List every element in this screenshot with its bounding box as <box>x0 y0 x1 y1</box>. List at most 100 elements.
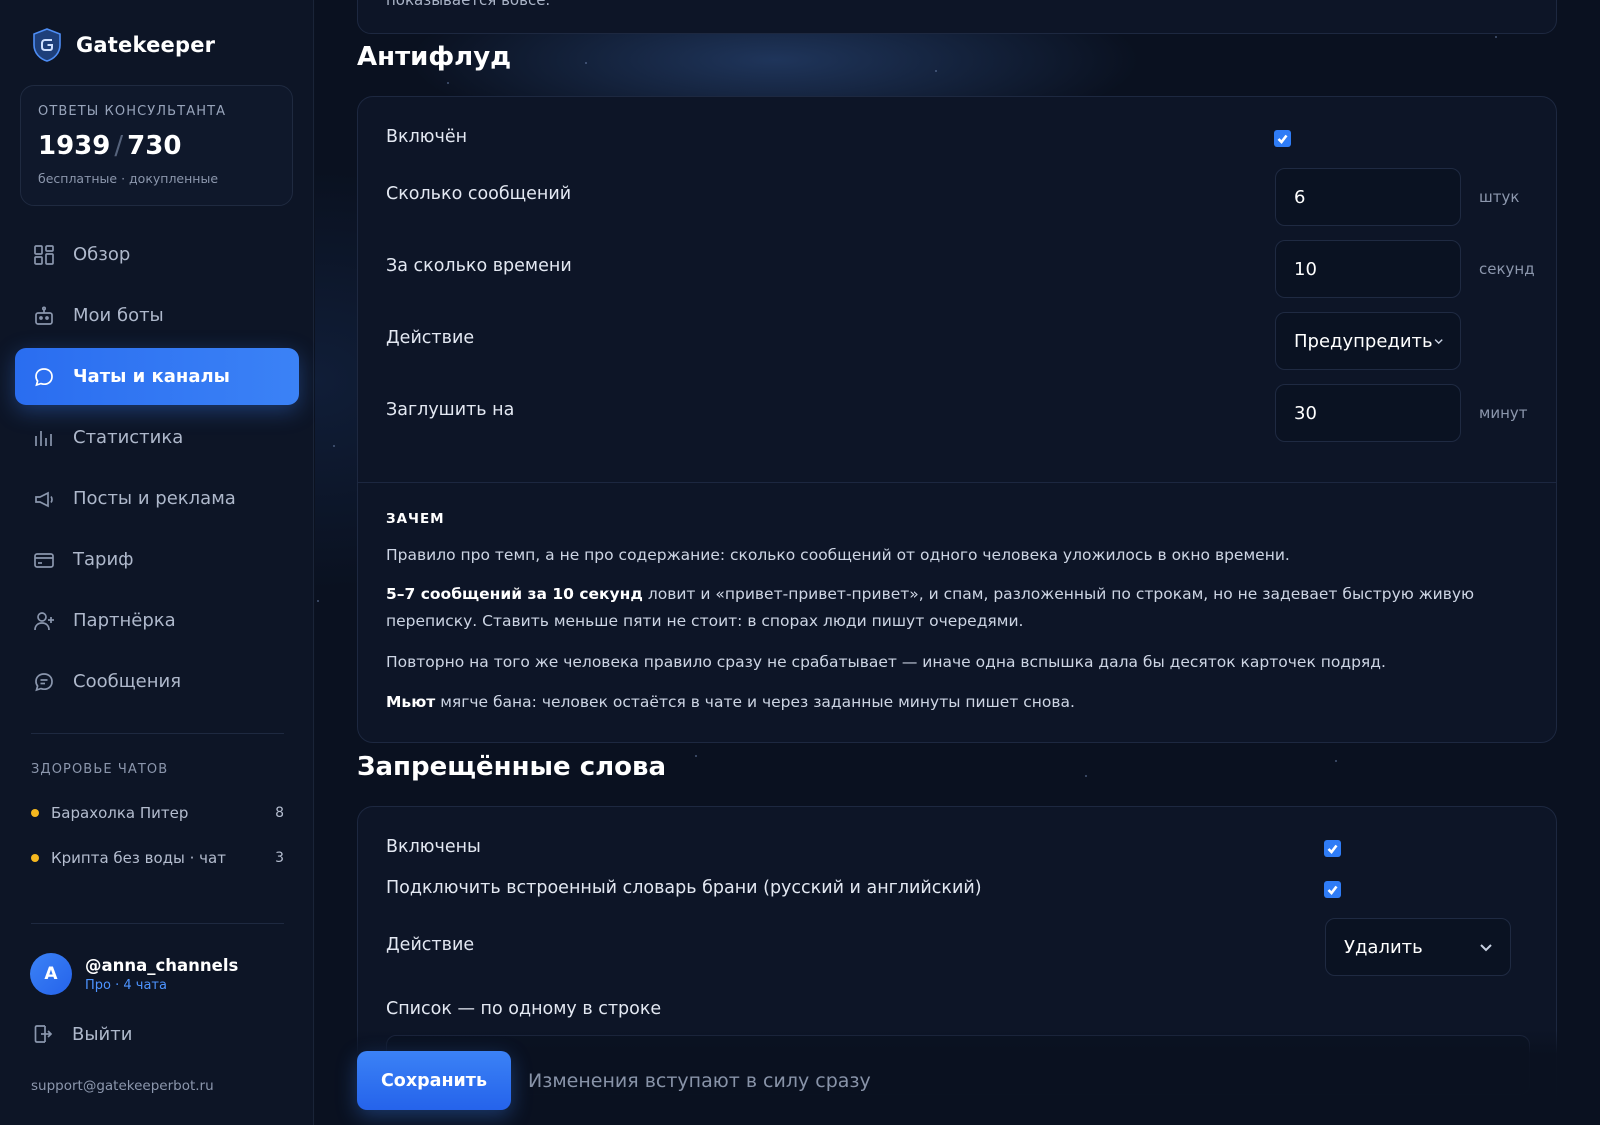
why-paragraph: Мьют мягче бана: человек остаётся в чате… <box>386 689 1526 716</box>
nav-label: Обзор <box>73 244 131 265</box>
user-handle: @anna_channels <box>85 955 239 975</box>
logout-button[interactable]: Выйти <box>32 1023 132 1045</box>
why-bold: 5–7 сообщений за 10 секунд <box>386 585 643 603</box>
banned-dictionary-label: Подключить встроенный словарь брани (рус… <box>386 878 982 898</box>
user-plus-icon <box>34 611 54 630</box>
chat-health-item[interactable]: Крипта без воды · чат 3 <box>31 845 284 871</box>
antiflood-mute-label: Заглушить на <box>386 400 515 420</box>
quota-separator: / <box>114 131 124 161</box>
antiflood-messages-input[interactable]: 6 <box>1275 168 1461 226</box>
chat-count: 3 <box>275 850 284 866</box>
banned-action-label: Действие <box>386 935 475 955</box>
quota-free: 1939 <box>38 131 111 161</box>
previous-section-card: показывается вовсе. <box>357 0 1557 34</box>
chat-health-item[interactable]: Барахолка Питер 8 <box>31 800 284 826</box>
background-star <box>333 445 335 447</box>
antiflood-enabled-checkbox[interactable] <box>1274 130 1291 147</box>
megaphone-icon <box>35 491 53 507</box>
bar-chart-icon <box>35 430 52 446</box>
dashboard-icon <box>34 244 54 265</box>
message-icon <box>35 672 53 691</box>
brand-name: Gatekeeper <box>76 33 216 57</box>
background-star <box>447 82 449 84</box>
chat-name: Крипта без воды · чат <box>51 849 226 867</box>
user-plan: Про · 4 чата <box>85 977 167 993</box>
quota-card: Ответы консультанта 1939/730 бесплатные … <box>20 85 293 206</box>
quota-numbers: 1939/730 <box>38 131 275 161</box>
antiflood-enabled-label: Включён <box>386 127 468 147</box>
user-profile[interactable]: A @anna_channels Про · 4 чата <box>30 953 238 995</box>
bot-icon <box>35 305 53 325</box>
chat-count: 8 <box>275 805 284 821</box>
status-dot <box>31 854 39 862</box>
card-icon <box>34 552 54 568</box>
main-nav: Обзор Мои боты Чаты и каналы Статистика … <box>15 226 299 714</box>
chevron-down-icon <box>1480 944 1492 952</box>
nav-label: Посты и реклама <box>73 488 236 509</box>
why-paragraph: 5–7 сообщений за 10 секунд ловит и «прив… <box>386 581 1526 635</box>
nav-item-my-bots[interactable]: Мои боты <box>15 287 299 344</box>
banned-list-label: Список — по одному в строке <box>386 999 662 1019</box>
status-dot <box>31 809 39 817</box>
save-button[interactable]: Сохранить <box>357 1051 511 1110</box>
why-text: мягче бана: человек остаётся в чате и че… <box>435 693 1075 711</box>
antiflood-messages-label: Сколько сообщений <box>386 184 572 204</box>
banned-action-select[interactable]: Удалить <box>1325 918 1511 976</box>
nav-item-messages[interactable]: Сообщения <box>15 653 299 710</box>
sidebar-divider <box>31 733 284 734</box>
sidebar-divider <box>31 923 284 924</box>
background-star <box>935 70 937 72</box>
nav-item-statistics[interactable]: Статистика <box>15 409 299 466</box>
why-paragraph: Правило про темп, а не про содержание: с… <box>386 546 1290 564</box>
nav-label: Партнёрка <box>73 610 176 631</box>
banned-dictionary-checkbox[interactable] <box>1324 881 1341 898</box>
quota-paid: 730 <box>127 131 182 161</box>
background-star <box>695 755 697 757</box>
antiflood-title: Антифлуд <box>357 42 512 72</box>
antiflood-mute-unit: минут <box>1479 404 1528 422</box>
nav-label: Тариф <box>73 549 134 570</box>
chat-bubble-icon <box>35 367 53 386</box>
banned-words-title: Запрещённые слова <box>357 752 667 782</box>
why-title: Зачем <box>386 511 445 527</box>
antiflood-mute-input[interactable]: 30 <box>1275 384 1461 442</box>
chevron-down-icon <box>1434 339 1443 345</box>
sidebar: Gatekeeper Ответы консультанта 1939/730 … <box>0 0 314 1125</box>
quota-subtitle: бесплатные · докупленные <box>38 171 219 186</box>
banned-enabled-label: Включены <box>386 837 481 857</box>
nav-item-partner[interactable]: Партнёрка <box>15 592 299 649</box>
antiflood-time-label: За сколько времени <box>386 256 572 276</box>
previous-section-text: показывается вовсе. <box>386 0 551 9</box>
support-email[interactable]: support@gatekeeperbot.ru <box>31 1078 214 1094</box>
antiflood-action-value: Предупредить <box>1294 330 1433 352</box>
background-star <box>1335 760 1337 762</box>
background-star <box>1495 36 1497 38</box>
save-note: Изменения вступают в силу сразу <box>528 1070 871 1092</box>
banned-enabled-checkbox[interactable] <box>1324 840 1341 857</box>
antiflood-messages-unit: штук <box>1479 188 1520 206</box>
nav-item-chats-channels[interactable]: Чаты и каналы <box>15 348 299 405</box>
checkmark-icon <box>1327 885 1338 895</box>
brand[interactable]: Gatekeeper <box>32 28 215 62</box>
shield-logo-icon <box>33 28 61 62</box>
card-divider <box>358 482 1556 483</box>
user-info: @anna_channels Про · 4 чата <box>85 956 238 993</box>
nav-item-posts-ads[interactable]: Посты и реклама <box>15 470 299 527</box>
antiflood-time-unit: секунд <box>1479 260 1535 278</box>
antiflood-card: Включён Сколько сообщений 6 штук За скол… <box>357 96 1557 743</box>
avatar: A <box>30 953 72 995</box>
why-bold: Мьют <box>386 693 436 711</box>
quota-title: Ответы консультанта <box>38 104 227 119</box>
background-star <box>317 600 319 602</box>
background-star <box>585 62 587 64</box>
antiflood-action-select[interactable]: Предупредить <box>1275 312 1461 370</box>
nav-label: Статистика <box>73 427 184 448</box>
nav-label: Сообщения <box>73 671 182 692</box>
chat-health-title: Здоровье чатов <box>31 762 169 777</box>
antiflood-time-input[interactable]: 10 <box>1275 240 1461 298</box>
nav-item-tariff[interactable]: Тариф <box>15 531 299 588</box>
nav-item-overview[interactable]: Обзор <box>15 226 299 283</box>
banned-action-value: Удалить <box>1344 936 1423 958</box>
antiflood-action-label: Действие <box>386 328 475 348</box>
why-paragraph: Повторно на того же человека правило сра… <box>386 653 1386 671</box>
